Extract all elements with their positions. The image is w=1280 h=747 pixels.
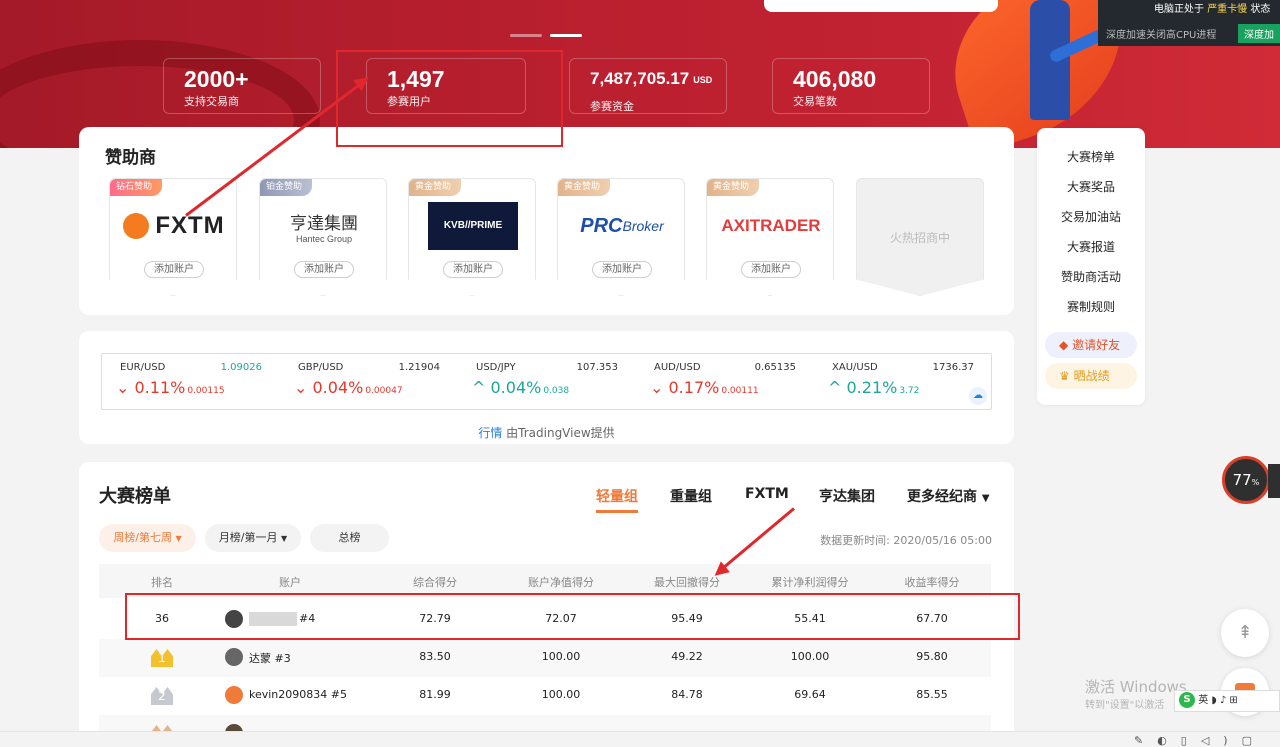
hantec-logo: 亨達集團 Hantec Group	[290, 213, 358, 244]
back-to-top-button[interactable]: ⇞	[1221, 609, 1269, 657]
add-account-button[interactable]: 添加账户	[443, 261, 503, 278]
add-account-button[interactable]: 添加账户	[144, 261, 204, 278]
filter-month[interactable]: 月榜/第一月 ▼	[205, 524, 301, 552]
highlight-participants	[336, 50, 563, 147]
share-record-button[interactable]: ♛ 晒战绩	[1045, 363, 1137, 389]
silver-crown-icon: 2	[151, 687, 173, 705]
axitrader-logo: AXITRADER	[721, 216, 821, 235]
ticker-item[interactable]: AUD/USD 0.65135 ⌄ 0.17% 0.00111	[636, 354, 806, 409]
sponsor-card-axitrader[interactable]: 黄金赞助 AXITRADER 添加账户	[706, 178, 834, 296]
ticker-credit: 行情 由TradingView提供	[478, 426, 615, 440]
hero-banner: 2000+ 支持交易商 1,497 参赛用户 7,487,705.17 USD 参…	[0, 0, 1280, 148]
add-account-button[interactable]: 添加账户	[294, 261, 354, 278]
tab-heavyweight[interactable]: 重量组	[670, 486, 712, 506]
sogou-icon: S	[1179, 692, 1195, 708]
ticker-panel: EUR/USD 1.09026 ⌄ 0.11% 0.00115 GBP/USD 1…	[79, 331, 1014, 444]
cpu-gauge[interactable]: 77%	[1222, 456, 1270, 504]
sponsor-card-vacant: 火热招商中	[856, 178, 984, 296]
arrow-up-icon: ⇞	[1237, 622, 1253, 643]
windows-activation-title: 激活 Windows	[1085, 678, 1187, 696]
search-bar-edge[interactable]	[764, 0, 998, 12]
nav-reports[interactable]: 大赛报道	[1037, 238, 1145, 255]
invite-icon: ◆	[1059, 338, 1069, 352]
status-bar-icons[interactable]: ✎◐▯◁)▢	[1134, 734, 1266, 747]
deep-accelerate-button[interactable]: 深度加	[1238, 24, 1280, 43]
tab-fxtm[interactable]: FXTM	[745, 486, 789, 502]
ime-toolbar[interactable]: S 英 ◗ ♪ ⊞	[1174, 690, 1280, 712]
add-account-button[interactable]: 添加账户	[592, 261, 652, 278]
sponsors-panel: 赞助商 钻石赞助 FXTM 添加账户 铂金赞助 亨達集團 Hantec Grou…	[79, 127, 1014, 315]
nav-leaderboard[interactable]: 大赛榜单	[1037, 148, 1145, 165]
avatar	[225, 648, 243, 666]
caret-down-icon: ▼	[175, 534, 182, 543]
ticker-item[interactable]: EUR/USD 1.09026 ⌄ 0.11% 0.00115	[102, 354, 272, 409]
tab-hantec[interactable]: 亨达集团	[819, 486, 875, 506]
sponsor-card-fxtm[interactable]: 钻石赞助 FXTM 添加账户	[109, 178, 237, 296]
ticker-item[interactable]: XAU/USD 1736.37 ^ 0.21% 3.72	[814, 354, 984, 409]
system-speed-widget[interactable]: 电脑正处于 严重卡慢 状态 深度加速关闭高CPU进程 深度加	[1098, 0, 1280, 46]
status-bar	[0, 731, 1280, 747]
stat-trades: 406,080 交易笔数	[772, 58, 930, 114]
hero-figure	[1030, 0, 1106, 120]
update-time: 数据更新时间: 2020/05/16 05:00	[820, 534, 992, 547]
kvb-prime-logo: KVB//PRIME	[419, 201, 527, 251]
table-row[interactable]: 1 达蒙 #3 83.50 100.00 49.22 100.00 95.80	[99, 639, 991, 677]
sponsor-card-hantec[interactable]: 铂金赞助 亨達集團 Hantec Group 添加账户	[259, 178, 387, 296]
filter-total[interactable]: 总榜	[310, 524, 389, 552]
prc-broker-logo: PRC Broker	[580, 214, 664, 237]
caret-down-icon: ▼	[981, 493, 990, 504]
sponsor-card-prc[interactable]: 黄金赞助 PRC Broker 添加账户	[557, 178, 685, 296]
side-navigation: 大赛榜单 大赛奖品 交易加油站 大赛报道 赞助商活动 赛制规则 ◆ 邀请好友 ♛…	[1037, 128, 1145, 405]
ticker-tape[interactable]: EUR/USD 1.09026 ⌄ 0.11% 0.00115 GBP/USD 1…	[101, 353, 992, 410]
tab-lightweight[interactable]: 轻量组	[596, 486, 638, 506]
trophy-icon: ♛	[1059, 369, 1070, 383]
leaderboard-title: 大赛榜单	[99, 486, 171, 507]
nav-rules[interactable]: 赛制规则	[1037, 298, 1145, 315]
sponsor-card-kvb[interactable]: 黄金赞助 KVB//PRIME 添加账户	[408, 178, 536, 296]
ticker-item[interactable]: GBP/USD 1.21904 ⌄ 0.04% 0.00047	[280, 354, 450, 409]
carousel-indicator[interactable]	[510, 34, 582, 37]
windows-activation-sub: 转到"设置"以激活	[1085, 700, 1165, 711]
tab-more-brokers[interactable]: 更多经纪商 ▼	[907, 486, 990, 506]
stat-brokers: 2000+ 支持交易商	[163, 58, 321, 114]
avatar	[225, 686, 243, 704]
nav-trading-station[interactable]: 交易加油站	[1037, 208, 1145, 225]
ticker-item[interactable]: USD/JPY 107.353 ^ 0.04% 0.038	[458, 354, 628, 409]
nav-sponsor-events[interactable]: 赞助商活动	[1037, 268, 1145, 285]
invite-friends-button[interactable]: ◆ 邀请好友	[1045, 332, 1137, 358]
filter-week[interactable]: 周榜/第七周 ▼	[99, 524, 196, 552]
tradingview-cloud-icon[interactable]: ☁	[969, 387, 987, 405]
highlight-own-row	[125, 593, 1020, 640]
nav-prizes[interactable]: 大赛奖品	[1037, 178, 1145, 195]
table-row[interactable]: 2 kevin2090834 #5 81.99 100.00 84.78 69.…	[99, 677, 991, 715]
sponsors-title: 赞助商	[105, 148, 156, 168]
quotes-link[interactable]: 行情	[478, 426, 502, 440]
gold-crown-icon: 1	[151, 649, 173, 667]
caret-down-icon: ▼	[281, 534, 288, 543]
stat-funds: 7,487,705.17 USD 参赛资金	[569, 58, 727, 114]
gauge-tab[interactable]	[1268, 464, 1280, 498]
fxtm-logo: FXTM	[120, 201, 228, 251]
add-account-button[interactable]: 添加账户	[741, 261, 801, 278]
